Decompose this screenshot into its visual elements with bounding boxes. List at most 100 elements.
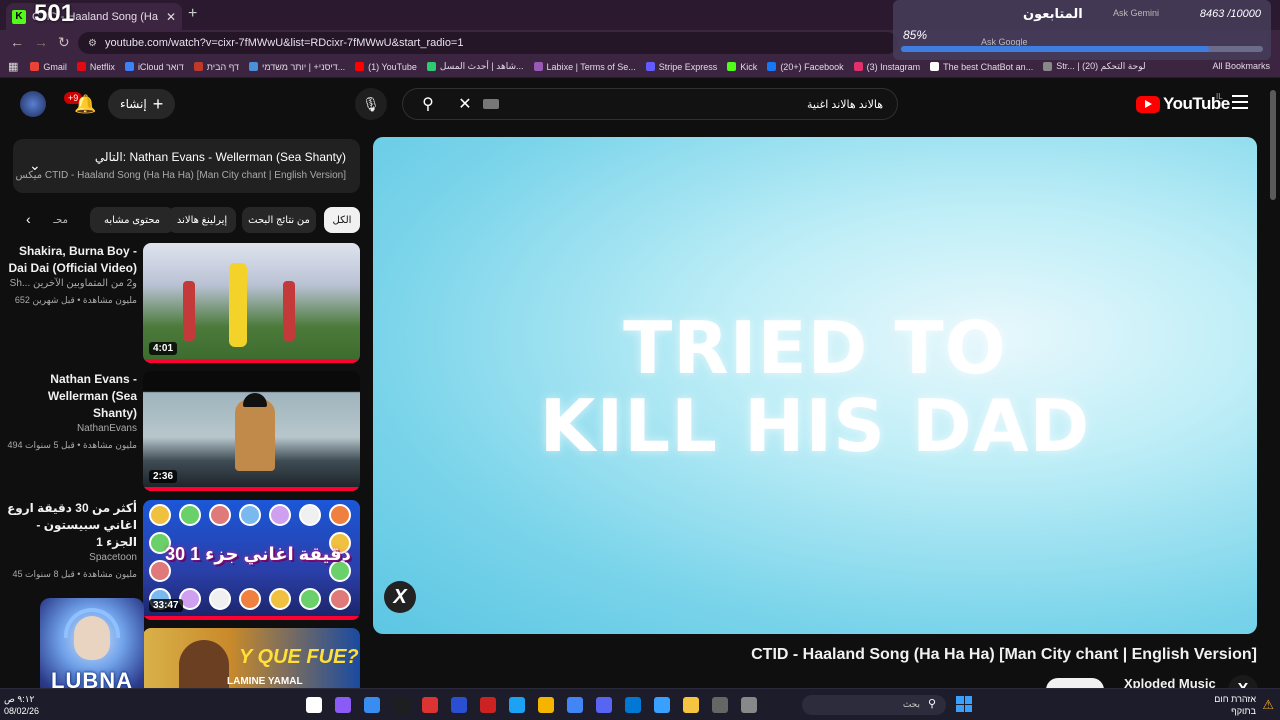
- notifications-bell-icon[interactable]: 🔔: [74, 94, 96, 115]
- channel-name[interactable]: Spacetoon: [7, 552, 137, 563]
- bookmark-label: Kick: [740, 61, 758, 72]
- bookmark-item[interactable]: iCloud דואר: [124, 61, 184, 72]
- chip-from-search[interactable]: من نتائج البحث: [242, 207, 316, 233]
- youtube-play-icon: [1136, 95, 1160, 113]
- taskbar-clock[interactable]: ٩:١٢ ص 08/02/26: [4, 693, 39, 717]
- taskbar-app-icon[interactable]: [335, 697, 351, 713]
- video-title[interactable]: Shakira, Burna Boy - Dai Dai (Official V…: [7, 243, 137, 277]
- up-next-title: التالي: Nathan Evans - Wellerman (Sea Sh…: [94, 150, 346, 164]
- bookmark-label: דף הבית: [206, 61, 240, 72]
- bookmark-item[interactable]: דיסני+ | יותר משדמי...: [249, 61, 345, 72]
- character-bubble: [269, 588, 291, 610]
- chip-partial[interactable]: محـ: [42, 207, 76, 233]
- taskbar-app-icon[interactable]: [538, 697, 554, 713]
- taskbar-app-icon[interactable]: [741, 697, 757, 713]
- taskbar-app-icon[interactable]: [480, 697, 496, 713]
- taskbar-search[interactable]: بحث: [802, 695, 946, 715]
- bookmark-item[interactable]: (20+) Facebook: [767, 61, 844, 72]
- thumbnail-figure: [183, 281, 195, 341]
- video-thumbnail[interactable]: 30 دقيقة اغاني جزء 1 33:47: [143, 500, 360, 620]
- browser-tab[interactable]: K CTID - Haaland Song (Ha Ha ✕: [6, 3, 182, 30]
- channel-name[interactable]: Sh... و2 من المتماوبين الآخرين: [7, 278, 137, 289]
- taskbar-app-icon[interactable]: [422, 697, 438, 713]
- taskbar-app-icon[interactable]: [567, 697, 583, 713]
- bookmark-favicon-icon: [76, 62, 86, 71]
- chip-erling-haaland[interactable]: إيرلينغ هالاند: [168, 207, 236, 233]
- create-button[interactable]: إنشاء +: [108, 89, 176, 119]
- video-thumbnail[interactable]: 4:01: [143, 243, 360, 363]
- character-bubble: [329, 588, 351, 610]
- video-thumbnail[interactable]: Y QUE FUE? LAMINE YAMAL: [143, 628, 360, 688]
- forward-icon[interactable]: →: [34, 34, 48, 50]
- taskbar-app-icon[interactable]: [625, 697, 641, 713]
- taskbar-app-icon[interactable]: [683, 697, 699, 713]
- video-thumbnail[interactable]: 2:36: [143, 371, 360, 491]
- bookmark-item[interactable]: Str... | لوحة التحكم (20): [1043, 61, 1146, 72]
- video-title[interactable]: أكثر من 30 دقيقة اروع اغاني سبيستون - ال…: [7, 500, 137, 551]
- up-next-panel[interactable]: ⌄ التالي: Nathan Evans - Wellerman (Sea …: [13, 139, 360, 193]
- video-title-main: CTID - Haaland Song (Ha Ha Ha) [Man City…: [751, 646, 1257, 663]
- apps-grid-icon[interactable]: ▦: [8, 60, 18, 73]
- windows-start-icon[interactable]: [956, 696, 972, 712]
- search-input[interactable]: هالاند هالاند اغنية: [499, 98, 897, 111]
- character-bubble: [239, 504, 261, 526]
- channel-name[interactable]: NathanEvans: [7, 423, 137, 434]
- clear-search-icon[interactable]: ✕: [453, 94, 477, 114]
- channel-watermark-logo[interactable]: X: [384, 581, 416, 613]
- chevron-left-icon[interactable]: ‹: [26, 211, 31, 227]
- thumbnail-text: Y QUE FUE?: [239, 646, 359, 668]
- all-bookmarks-link[interactable]: All Bookmarks: [1212, 61, 1270, 71]
- bookmark-label: The best ChatBot an...: [943, 61, 1034, 72]
- warning-icon: ⚠: [1262, 697, 1274, 712]
- taskbar-app-icon[interactable]: [509, 697, 525, 713]
- taskbar-app-icon[interactable]: [364, 697, 380, 713]
- account-avatar[interactable]: [20, 91, 46, 117]
- taskbar-app-icon[interactable]: [451, 697, 467, 713]
- bookmark-favicon-icon: [727, 62, 737, 71]
- bookmark-label: Labixe | Terms of Se...: [546, 61, 636, 72]
- scrollbar[interactable]: [1270, 90, 1276, 200]
- character-bubble: [209, 504, 231, 526]
- omnibox[interactable]: ⚙ youtube.com/watch?v=cixr-7fMWwU&list=R…: [78, 32, 898, 54]
- bookmark-favicon-icon: [124, 62, 134, 71]
- bookmark-item[interactable]: Kick: [727, 61, 757, 72]
- chip-related[interactable]: محتوى مشابه: [90, 207, 174, 233]
- taskbar-app-icon[interactable]: [596, 697, 612, 713]
- ask-gemini-label: Ask Gemini: [1113, 8, 1160, 18]
- video-player[interactable]: TRIED TO KILL HIS DAD X: [373, 137, 1257, 634]
- bookmark-item[interactable]: Labixe | Terms of Se...: [533, 61, 636, 72]
- bookmark-item[interactable]: The best ChatBot an...: [930, 61, 1033, 72]
- video-lyric-text: TRIED TO KILL HIS DAD: [373, 309, 1257, 465]
- bookmark-item[interactable]: (1) YouTube: [355, 61, 417, 72]
- voice-search-button[interactable]: 🎙: [355, 88, 387, 120]
- video-title[interactable]: Nathan Evans - Wellerman (Sea Shanty): [7, 371, 137, 422]
- bookmark-favicon-icon: [853, 62, 863, 71]
- bookmark-item[interactable]: شاهد | أحدث المسل...: [426, 61, 524, 72]
- taskbar-app-icon[interactable]: [393, 697, 409, 713]
- taskbar-app-icon[interactable]: [712, 697, 728, 713]
- taskbar-app-icon[interactable]: [654, 697, 670, 713]
- bookmark-item[interactable]: דף הבית: [193, 61, 240, 72]
- new-tab-button[interactable]: +: [188, 5, 197, 23]
- site-info-icon[interactable]: ⚙: [88, 38, 97, 49]
- taskbar-app-icon[interactable]: [306, 697, 322, 713]
- bookmark-item[interactable]: Gmail: [30, 61, 67, 72]
- reload-icon[interactable]: ↻: [58, 34, 70, 51]
- search-box[interactable]: ⚲ ✕ هالاند هالاند اغنية: [402, 88, 898, 120]
- character-bubble: [149, 504, 171, 526]
- bookmark-item[interactable]: Netflix: [76, 61, 115, 72]
- clock-time: ٩:١٢ ص: [4, 694, 35, 704]
- stream-counter: 501: [34, 0, 75, 27]
- bookmark-favicon-icon: [249, 62, 259, 71]
- tab-close-icon[interactable]: ✕: [166, 10, 176, 24]
- back-icon[interactable]: ←: [10, 34, 24, 50]
- bookmark-item[interactable]: (3) Instagram: [853, 61, 920, 72]
- bookmark-item[interactable]: Stripe Express: [645, 61, 717, 72]
- chip-all[interactable]: الكل: [324, 207, 360, 233]
- character-bubble: [269, 504, 291, 526]
- search-icon[interactable]: ⚲: [403, 94, 453, 114]
- youtube-header: +9 🔔 إنشاء + 🎙 ⚲ ✕ هالاند هالاند اغنية Y…: [0, 78, 1280, 130]
- hamburger-menu-icon[interactable]: [1232, 95, 1248, 113]
- weather-widget[interactable]: אזהרת חום בתוקף: [1214, 693, 1256, 717]
- keyboard-icon[interactable]: [483, 99, 499, 109]
